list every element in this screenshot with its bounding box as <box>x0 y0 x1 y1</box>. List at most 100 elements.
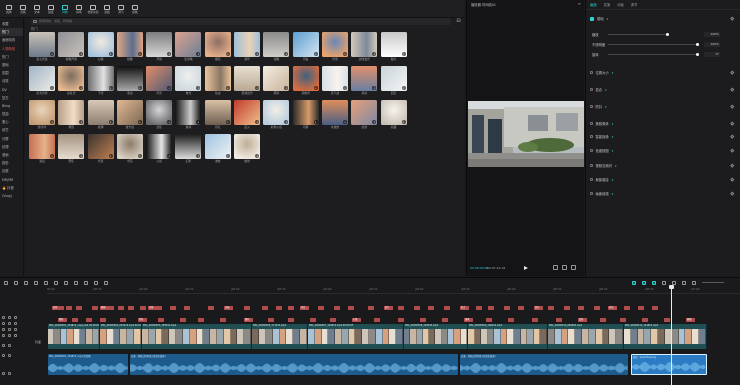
download-icon[interactable]: ↓ <box>372 86 377 90</box>
keyframe-icon[interactable] <box>730 177 735 182</box>
effect-clip[interactable] <box>140 306 146 310</box>
eye-icon[interactable] <box>2 316 5 319</box>
effect-clip[interactable] <box>508 318 514 322</box>
effect-clip[interactable]: 闪白 <box>300 306 309 310</box>
menu-icon[interactable]: ≡ <box>578 1 581 6</box>
toggle-icon[interactable] <box>590 105 593 108</box>
category-item[interactable]: (Vlog) <box>0 192 23 200</box>
effect-thumbnail[interactable]: ↓ 萤火 <box>234 100 261 130</box>
effect-thumbnail[interactable]: ↓ 模糊开幕 <box>58 32 85 62</box>
undo-icon[interactable] <box>14 280 18 285</box>
download-icon[interactable]: ↓ <box>108 154 113 158</box>
download-icon[interactable]: ↓ <box>137 154 142 158</box>
effect-clip[interactable]: 回忆 <box>534 306 543 310</box>
lock-icon[interactable] <box>2 322 5 325</box>
effect-thumbnail[interactable]: ↓ 抖动 <box>351 66 378 96</box>
effect-thumbnail[interactable]: ↓ 纹理 <box>87 100 114 130</box>
effect-thumbnail[interactable]: ↓ 变清晰 <box>175 32 202 62</box>
effect-clip[interactable] <box>128 306 134 310</box>
effect-clip[interactable] <box>108 306 114 310</box>
param-slider[interactable] <box>608 43 699 46</box>
download-icon[interactable]: ↓ <box>342 86 347 90</box>
effect-thumbnail[interactable]: ↓ 心跳 <box>87 32 114 62</box>
snap-icon[interactable] <box>672 280 676 285</box>
effect-thumbnail[interactable]: ↓ 复古 <box>204 66 231 96</box>
effect-clip[interactable] <box>442 318 448 322</box>
keyframe-icon[interactable] <box>730 87 735 92</box>
effect-thumbnail[interactable]: ↓ 回忆 <box>380 66 407 96</box>
category-item[interactable]: 综艺 <box>0 126 23 134</box>
video-clip[interactable]: IMG_20240512_191822.mp4 <box>624 324 707 349</box>
download-icon[interactable]: ↓ <box>167 154 172 158</box>
inspector-section[interactable]: 视频去频闪 ▾ <box>590 163 617 168</box>
effect-clip[interactable] <box>532 318 538 322</box>
zoom-in-icon[interactable] <box>692 280 696 285</box>
effect-clip[interactable] <box>600 318 606 322</box>
effect-thumbnail[interactable]: ↓ 烟花 <box>204 32 231 62</box>
effect-thumbnail[interactable]: ↓ 边缘发光 <box>351 32 378 62</box>
effect-thumbnail[interactable]: ↓ 模糊 <box>116 32 143 62</box>
effect-clip[interactable] <box>156 306 162 310</box>
keyframe-icon[interactable] <box>730 16 735 21</box>
video-clip[interactable]: IMG_20240505_171233.mp4 <box>252 324 308 349</box>
download-icon[interactable]: ↓ <box>225 154 230 158</box>
audio-icon[interactable] <box>2 328 5 331</box>
zoom-slider[interactable] <box>702 282 724 283</box>
effect-clip[interactable]: 抖动 <box>608 306 617 310</box>
effect-clip[interactable] <box>66 306 72 310</box>
effect-clip[interactable]: 心跳 <box>352 318 361 322</box>
download-icon[interactable]: ↓ <box>79 52 84 56</box>
keyframe-icon[interactable] <box>730 121 735 126</box>
effect-thumbnail[interactable]: ↓ 闪光 <box>146 66 173 96</box>
download-icon[interactable]: ↓ <box>225 86 230 90</box>
effect-clip[interactable] <box>288 306 294 310</box>
toggle-icon[interactable] <box>590 192 593 195</box>
effect-thumbnail[interactable]: ↓ 摇摆 <box>380 100 407 130</box>
effect-thumbnail[interactable]: ↓ 光晕 <box>321 32 348 62</box>
inspector-section[interactable]: 色度抠图 ▾ <box>590 148 613 153</box>
download-icon[interactable]: ↓ <box>50 154 54 158</box>
effect-thumbnail[interactable]: ↓ 玻璃 <box>175 100 202 130</box>
download-icon[interactable]: ↓ <box>167 120 172 124</box>
effect-clip[interactable] <box>620 318 626 322</box>
category-item[interactable]: 动感 <box>0 77 23 85</box>
download-icon[interactable]: ↓ <box>255 86 260 90</box>
video-clip[interactable]: IMG_20240510_083002.mp4 <box>548 324 624 349</box>
param-slider[interactable] <box>608 53 699 56</box>
audio-icon[interactable] <box>8 344 11 347</box>
download-icon[interactable]: ↓ <box>108 86 113 90</box>
audio-clip[interactable]: 录音 · Good Evening <box>631 354 707 375</box>
download-icon[interactable]: ↓ <box>108 52 113 56</box>
effect-clip[interactable] <box>276 306 282 310</box>
video-clip[interactable]: IMG_20240503_183041.mp4 <box>142 324 252 349</box>
video-clip[interactable]: IMG_20240509_160412.mp4 <box>468 324 548 349</box>
category-item[interactable]: 氛围 <box>0 69 23 77</box>
ratio-icon[interactable] <box>562 265 567 270</box>
mirror-icon[interactable] <box>84 280 88 285</box>
effect-clip[interactable] <box>220 318 226 322</box>
effect-clip[interactable] <box>504 306 510 310</box>
toggle-icon[interactable] <box>590 178 593 181</box>
filter-icon[interactable]: ⊟ <box>455 18 462 25</box>
effect-thumbnail[interactable]: ↓ 霓虹 <box>204 100 231 130</box>
download-icon[interactable]: ↓ <box>284 86 289 90</box>
download-icon[interactable]: ↓ <box>255 120 260 124</box>
inspector-section[interactable]: 基础 ▾ <box>590 16 608 21</box>
download-icon[interactable]: ↓ <box>313 120 318 124</box>
inspector-section[interactable]: 画面增强 ▾ <box>590 191 613 196</box>
video-clip[interactable]: IMG_20240502_091210.mp4 00:00:05 <box>100 324 142 349</box>
main-video-track[interactable]: IMG_20240501_154815_copy.mp4 00:00:04 IMG… <box>48 324 707 349</box>
effect-clip[interactable] <box>398 306 404 310</box>
effect-clip[interactable] <box>120 318 126 322</box>
download-icon[interactable]: ↓ <box>50 52 54 56</box>
effect-clip[interactable] <box>318 306 324 310</box>
effect-clip[interactable] <box>184 306 190 310</box>
effect-thumbnail[interactable]: ↓ 黑白 <box>116 66 143 96</box>
effect-thumbnail[interactable]: ↓ 电光 <box>175 66 202 96</box>
toolbar-effects[interactable]: 特效 <box>58 0 72 18</box>
zoom-out-icon[interactable] <box>682 280 686 285</box>
category-item[interactable]: 人物特效 <box>0 45 23 53</box>
effect-clip[interactable] <box>208 306 214 310</box>
download-icon[interactable]: ↓ <box>196 120 201 124</box>
effect-clip[interactable] <box>548 306 554 310</box>
